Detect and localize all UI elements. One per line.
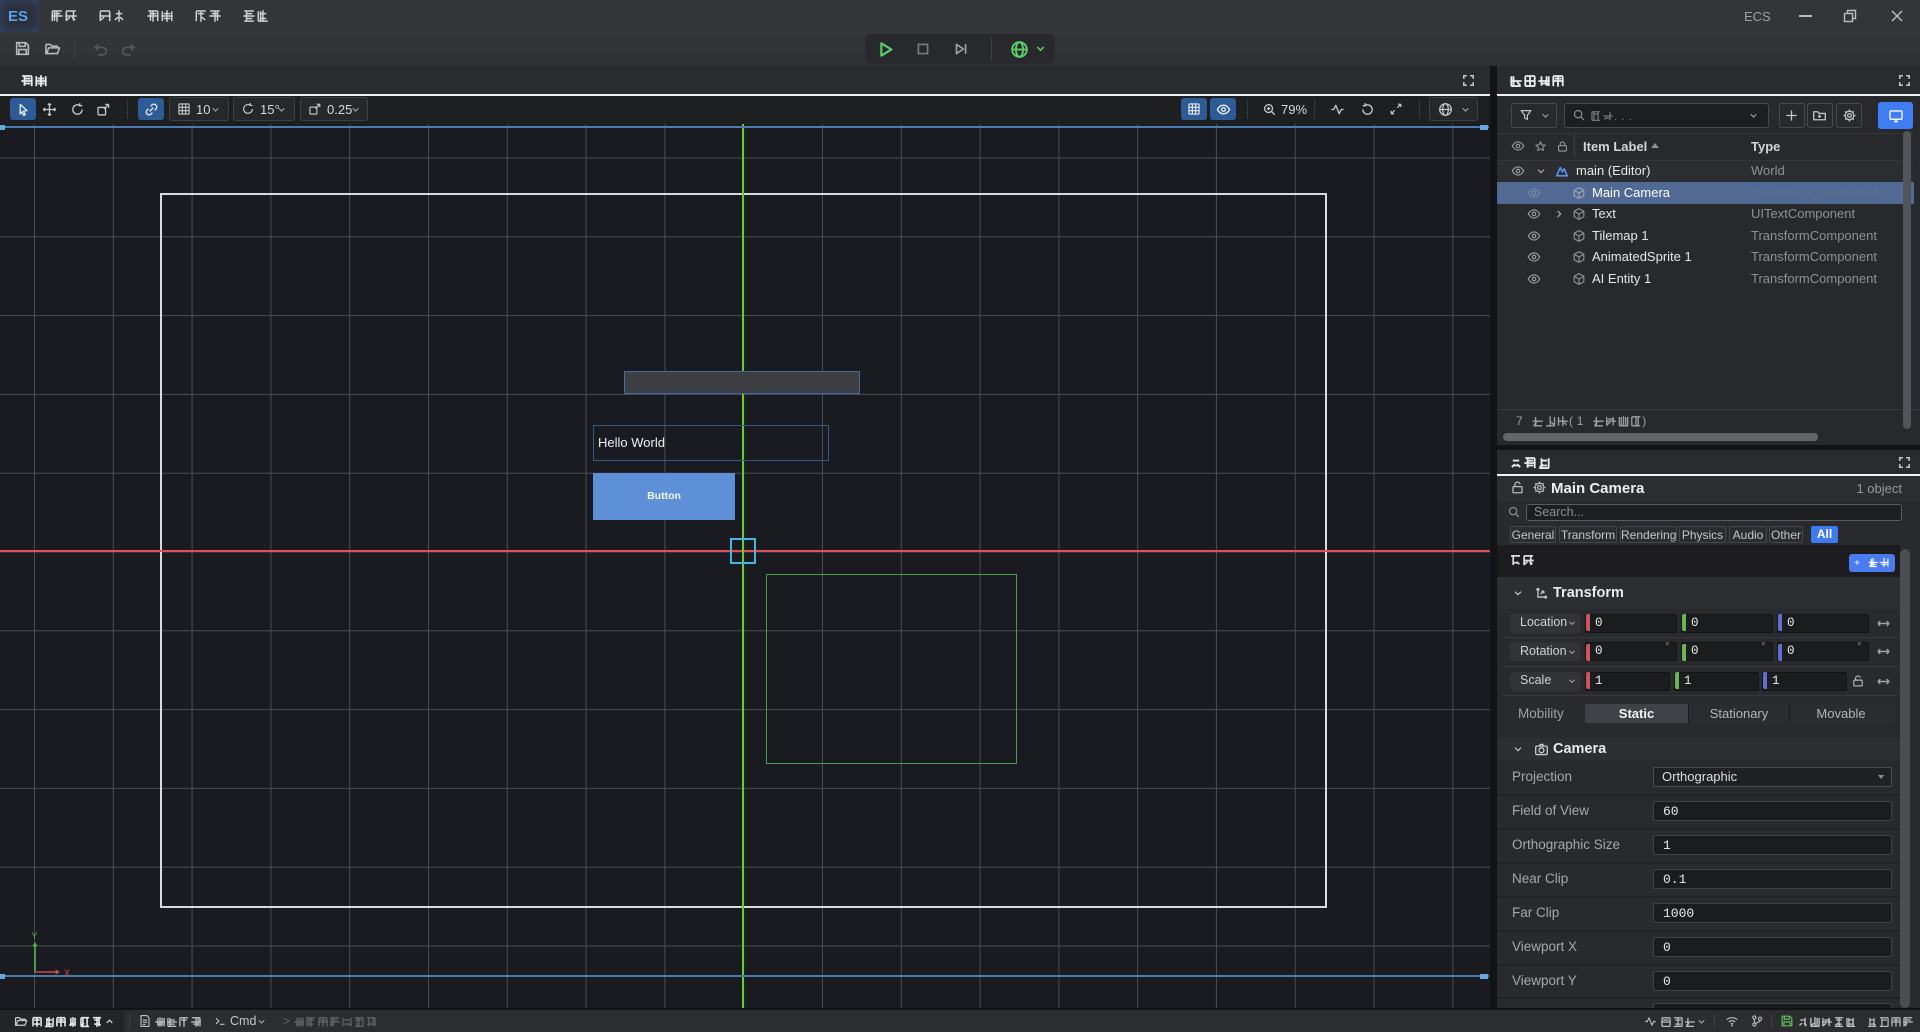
svg-text:X: X (64, 968, 70, 978)
svg-text:.: . (1629, 111, 1632, 122)
svg-text:(: ( (1569, 415, 1573, 428)
svg-text:1: 1 (1577, 415, 1584, 428)
svg-text:): ) (1642, 415, 1646, 428)
svg-text:.: . (1614, 111, 1617, 122)
svg-text:+: + (1854, 558, 1860, 568)
svg-text:Y: Y (32, 931, 38, 941)
svg-text:.: . (1621, 111, 1624, 122)
svg-text:7: 7 (1516, 415, 1523, 428)
